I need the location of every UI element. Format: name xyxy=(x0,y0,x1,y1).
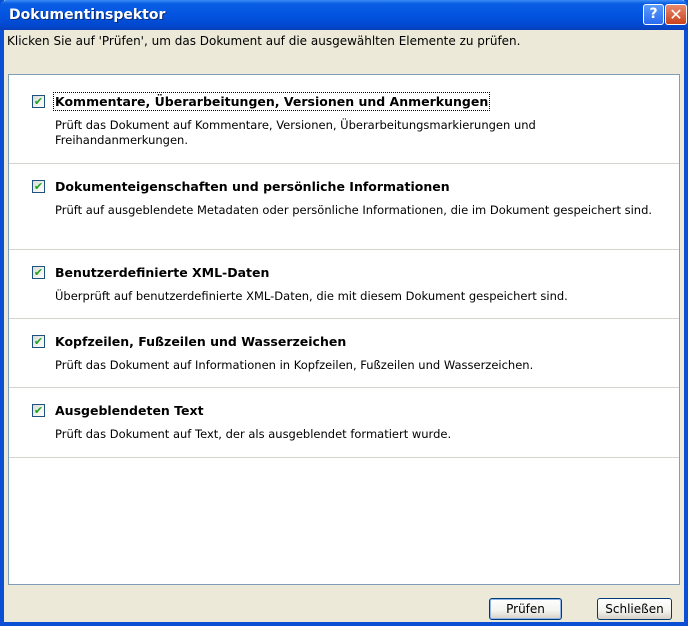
list-item-xml: ✔ Benutzerdefinierte XML-Daten Überprüft… xyxy=(9,250,679,319)
checkbox-headers[interactable]: ✔ xyxy=(32,335,45,348)
item-description: Prüft das Dokument auf Kommentare, Versi… xyxy=(55,118,536,147)
close-button[interactable]: Schließen xyxy=(597,598,672,620)
item-description: Prüft auf ausgeblendete Metadaten oder p… xyxy=(55,203,653,217)
item-title[interactable]: Kopfzeilen, Fußzeilen und Wasserzeichen xyxy=(55,334,346,349)
checkbox-comments[interactable]: ✔ xyxy=(32,95,45,108)
check-button[interactable]: Prüfen xyxy=(489,598,562,620)
list-item-hidden-text: ✔ Ausgeblendeten Text Prüft das Dokument… xyxy=(9,388,679,458)
list-item-comments: ✔ Kommentare, Überarbeitungen, Versionen… xyxy=(9,75,679,164)
inspection-list: ✔ Kommentare, Überarbeitungen, Versionen… xyxy=(8,74,680,585)
item-description: Überprüft auf benutzerdefinierte XML-Dat… xyxy=(55,289,568,303)
title-bar[interactable]: Dokumentinspektor ? ✕ xyxy=(0,0,688,30)
item-description: Prüft das Dokument auf Informationen in … xyxy=(55,358,534,372)
item-title[interactable]: Benutzerdefinierte XML-Daten xyxy=(55,265,269,280)
checkbox-xml[interactable]: ✔ xyxy=(32,266,45,279)
list-item-headers: ✔ Kopfzeilen, Fußzeilen und Wasserzeiche… xyxy=(9,319,679,388)
dokumentinspektor-dialog: Dokumentinspektor ? ✕ Klicken Sie auf 'P… xyxy=(0,0,688,626)
item-title[interactable]: Dokumenteigenschaften und persönliche In… xyxy=(55,179,450,194)
instruction-text: Klicken Sie auf 'Prüfen', um das Dokumen… xyxy=(7,34,521,48)
help-icon[interactable]: ? xyxy=(643,4,664,25)
checkbox-hidden-text[interactable]: ✔ xyxy=(32,404,45,417)
checkbox-properties[interactable]: ✔ xyxy=(32,180,45,193)
item-title[interactable]: Ausgeblendeten Text xyxy=(55,403,204,418)
window-title: Dokumentinspektor xyxy=(9,7,166,23)
item-description: Prüft das Dokument auf Text, der als aus… xyxy=(55,427,452,441)
list-item-properties: ✔ Dokumenteigenschaften und persönliche … xyxy=(9,164,679,250)
item-title[interactable]: Kommentare, Überarbeitungen, Versionen u… xyxy=(52,92,491,111)
close-icon[interactable]: ✕ xyxy=(665,4,687,25)
